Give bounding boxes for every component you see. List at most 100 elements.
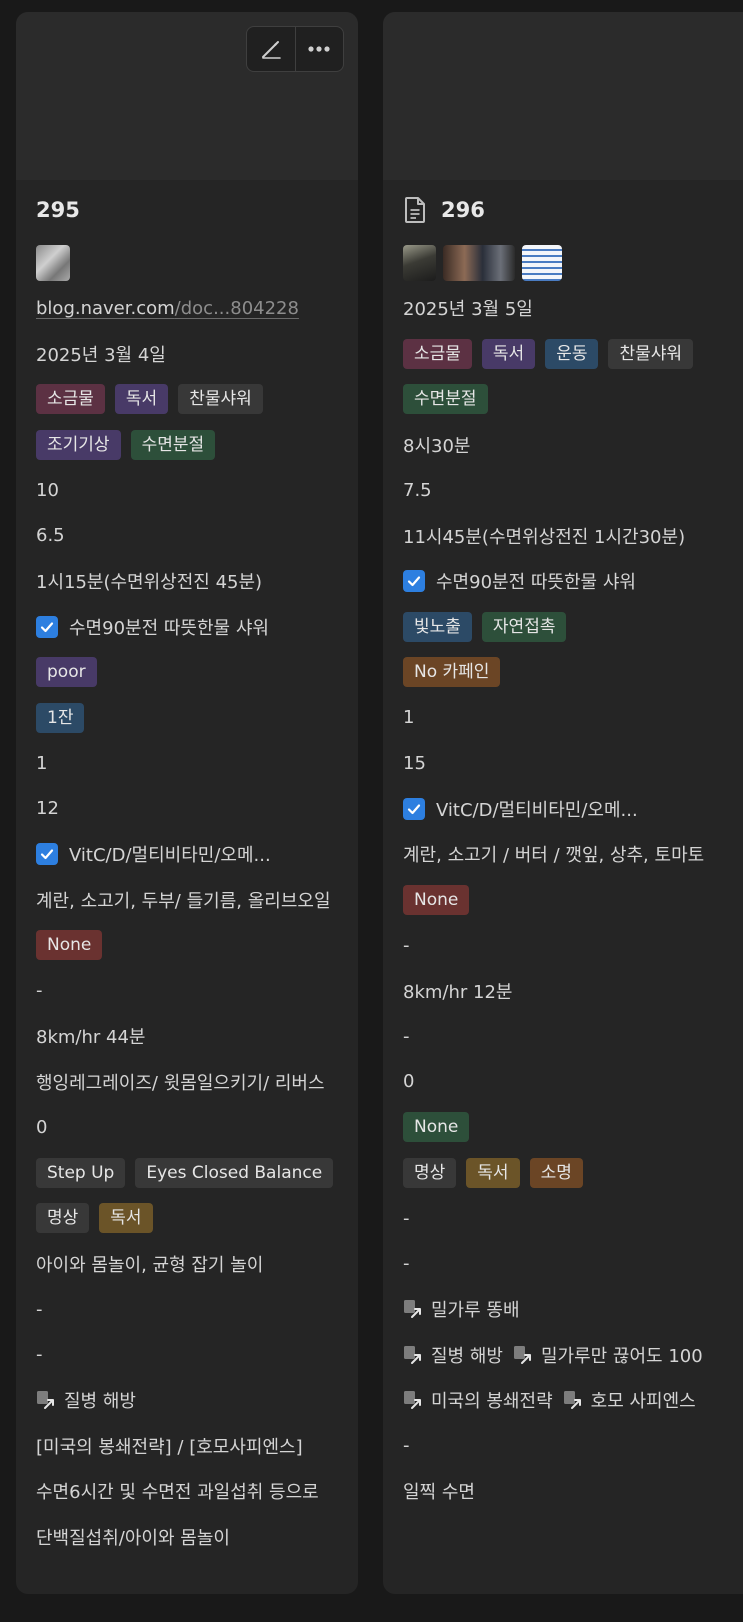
empty-property: - <box>403 1253 410 1275</box>
relation-property: 밀가루 똥배 <box>403 1287 743 1333</box>
select-property: 1잔 <box>36 695 358 741</box>
select-property: None <box>403 1105 743 1151</box>
edit-icon <box>261 41 281 59</box>
page-link[interactable]: 미국의 봉쇄전략 <box>403 1387 553 1413</box>
tag: Eyes Closed Balance <box>135 1157 334 1188</box>
checkbox-property: VitC/D/멀티비타민/오메... <box>403 786 743 832</box>
page-link[interactable]: 밀가루만 끊어도 100 <box>513 1342 703 1368</box>
tag: 소금물 <box>403 338 472 369</box>
checkbox-property: 수면90분전 따뜻한물 샤워 <box>36 604 358 650</box>
tag: 조기기상 <box>36 429 121 460</box>
url-property[interactable]: blog.naver.com/doc...804228 <box>36 286 358 332</box>
card-title[interactable]: 295 <box>36 180 358 240</box>
checkbox-property: 수면90분전 따뜻한물 샤워 <box>403 559 743 605</box>
page-link-label: 미국의 봉쇄전략 <box>431 1391 553 1413</box>
card-title[interactable]: 296 <box>403 180 743 240</box>
thumbnail-image[interactable] <box>522 244 562 281</box>
page-link-icon <box>36 1388 58 1412</box>
tag: None <box>403 884 470 915</box>
page-link-icon <box>403 1297 425 1321</box>
empty-property: - <box>403 1435 410 1457</box>
tag: 독서 <box>114 384 169 415</box>
page-link-icon <box>513 1343 535 1367</box>
checkbox-property: VitC/D/멀티비타민/오메... <box>36 832 358 878</box>
page-link-label: 밀가루만 끊어도 100 <box>540 1345 703 1367</box>
tag: None <box>36 930 103 961</box>
text-property: 11시45분(수면위상전진 1시간30분) <box>403 526 686 548</box>
url-path: /doc...804228 <box>174 297 299 319</box>
card-properties: 296 2025년 3월 5일 소금물 독서 운동 찬물샤워 수면분절 8시30… <box>403 180 743 1514</box>
checkbox-icon[interactable] <box>36 615 58 638</box>
page-link[interactable]: 질병 해방 <box>36 1387 136 1413</box>
card-actions <box>246 26 344 72</box>
card-cover <box>383 12 743 180</box>
gallery-card-296[interactable]: 296 2025년 3월 5일 소금물 독서 운동 찬물샤워 수면분절 8시30… <box>383 12 743 1594</box>
checkbox-icon[interactable] <box>403 797 425 820</box>
relation-property: 질병 해방 밀가루만 끊어도 100 <box>403 1332 743 1378</box>
tags-row-2: 조기기상 수면분절 <box>36 422 358 468</box>
tag: 소금물 <box>36 384 105 415</box>
page-link-icon <box>563 1388 585 1412</box>
page-link-label: 질병 해방 <box>64 1391 136 1413</box>
number-property: 7.5 <box>403 479 432 501</box>
number-property: 1 <box>36 752 48 774</box>
relation-property: 질병 해방 <box>36 1378 358 1424</box>
text-property: 아이와 몸놀이, 균형 잡기 놀이 <box>36 1254 264 1276</box>
empty-property: - <box>36 1344 43 1366</box>
checkbox-icon[interactable] <box>403 570 425 593</box>
number-property: 12 <box>36 798 59 820</box>
tag: 명상 <box>36 1203 90 1234</box>
tags-row-1: 소금물 독서 운동 찬물샤워 <box>403 331 743 377</box>
tag: 독서 <box>99 1203 153 1234</box>
select-property: None <box>403 877 743 923</box>
more-button[interactable] <box>294 27 344 71</box>
text-property: 단백질섭취/아이와 몸놀이 <box>36 1527 230 1549</box>
empty-property: - <box>36 980 43 1002</box>
gallery-card-295[interactable]: 295 blog.naver.com/doc...804228 2025년 3월… <box>16 12 358 1594</box>
tag: 자연접촉 <box>481 611 567 642</box>
page-link[interactable]: 밀가루 똥배 <box>403 1296 520 1322</box>
tags-row-2: 수면분절 <box>403 377 743 423</box>
tags-row-light: 빛노출 자연접촉 <box>403 604 743 650</box>
empty-property: - <box>403 1207 410 1229</box>
tag: 수면분절 <box>403 384 488 415</box>
empty-property: - <box>36 1298 43 1320</box>
tag: 수면분절 <box>130 429 216 460</box>
card-title-text: 296 <box>441 198 485 222</box>
text-property: 계란, 소고기 / 버터 / 깻잎, 상추, 토마토 <box>403 845 705 867</box>
number-property: 10 <box>36 479 59 501</box>
tags-row-mind: 명상 독서 <box>36 1196 358 1242</box>
thumbnail-image[interactable] <box>36 244 70 281</box>
thumbnail-image[interactable] <box>403 244 436 281</box>
tag: 소명 <box>529 1157 583 1188</box>
edit-button[interactable] <box>247 27 295 71</box>
date-property: 2025년 3월 5일 <box>403 299 533 321</box>
checkbox-label: VitC/D/멀티비타민/오메... <box>69 845 271 867</box>
select-property: No 카페인 <box>403 650 743 696</box>
text-property: 일찍 수면 <box>403 1482 475 1504</box>
text-property: 계란, 소고기, 두부/ 들기름, 올리브오일 <box>36 890 331 912</box>
tags-row-1: 소금물 독서 찬물샤워 <box>36 377 358 423</box>
tag: 운동 <box>545 338 599 369</box>
thumbnail-image[interactable] <box>443 244 515 281</box>
tag: None <box>403 1112 470 1143</box>
checkbox-label: VitC/D/멀티비타민/오메... <box>436 799 638 821</box>
document-icon <box>403 196 427 224</box>
select-property: poor <box>36 650 358 696</box>
checkbox-icon[interactable] <box>36 843 58 866</box>
tag: No 카페인 <box>403 657 501 688</box>
number-property: 6.5 <box>36 525 65 547</box>
text-property: 1시15분(수면위상전진 45분) <box>36 572 263 594</box>
page-link-icon <box>403 1343 425 1367</box>
page-link[interactable]: 질병 해방 <box>403 1342 503 1368</box>
number-property: 15 <box>403 752 426 774</box>
tag: 찬물샤워 <box>608 338 694 369</box>
empty-property: - <box>403 934 410 956</box>
relation-property: 미국의 봉쇄전략 호모 사피엔스 <box>403 1378 743 1424</box>
tag: 명상 <box>403 1157 457 1188</box>
page-link[interactable]: 호모 사피엔스 <box>563 1387 696 1413</box>
tag: 독서 <box>466 1157 520 1188</box>
card-properties: 295 blog.naver.com/doc...804228 2025년 3월… <box>36 180 358 1560</box>
number-property: 0 <box>403 1071 415 1093</box>
tag: poor <box>36 657 97 688</box>
